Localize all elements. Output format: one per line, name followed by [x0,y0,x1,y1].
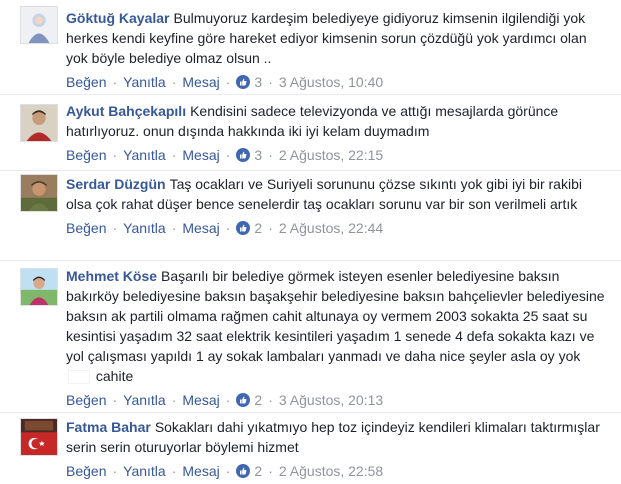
comment-message-tail: cahite [95,368,134,384]
comment-text: Aykut Bahçekapılı Kendisini sadece televi… [66,101,606,141]
separator: · [112,392,118,408]
comment-text: Fatma Bahar Sokakları dahi yıkatmıyo hep … [66,417,606,457]
separator: · [171,392,177,408]
separator: · [225,392,231,408]
comment-author[interactable]: Göktuğ Kayalar [66,10,169,26]
comment-author[interactable]: Mehmet Köse [66,268,157,284]
like-count[interactable]: 2 [254,219,262,237]
redacted-word [68,370,90,385]
avatar[interactable] [20,268,58,306]
like-count[interactable]: 3 [254,73,262,91]
avatar[interactable] [20,418,58,456]
separator: · [112,220,118,236]
divider [0,170,621,171]
avatar-image [21,105,57,141]
timestamp[interactable]: 2 Ağustos, 22:58 [279,462,383,480]
message-button[interactable]: Mesaj [182,73,219,91]
comment-text: Serdar Düzgün Taş ocakları ve Suriyeli so… [66,174,606,214]
like-button[interactable]: Beğen [66,146,106,164]
avatar[interactable] [20,104,58,142]
avatar-image [21,175,57,211]
comment-author[interactable]: Serdar Düzgün [66,176,166,192]
comment-actions: Beğen · Yanıtla · Mesaj · 3 · 3 Ağustos,… [66,73,606,91]
message-button[interactable]: Mesaj [182,146,219,164]
like-button[interactable]: Beğen [66,73,106,91]
comment-text: Mehmet Köse Başarılı bir belediye görmek … [66,266,606,386]
like-button[interactable]: Beğen [66,219,106,237]
thumbs-up-icon[interactable] [236,75,251,89]
separator: · [225,463,231,479]
separator: · [268,463,273,479]
separator: · [171,220,177,236]
avatar-image [21,419,57,455]
comment-actions: Beğen · Yanıtla · Mesaj · 3 · 2 Ağustos,… [66,146,606,164]
message-button[interactable]: Mesaj [182,219,219,237]
message-button[interactable]: Mesaj [182,462,219,480]
separator: · [112,463,118,479]
divider [0,94,621,95]
separator: · [268,74,273,90]
reply-button[interactable]: Yanıtla [123,219,166,237]
separator: · [171,74,177,90]
comment-author[interactable]: Fatma Bahar [66,419,151,435]
message-button[interactable]: Mesaj [182,391,219,409]
comment-text: Göktuğ Kayalar Bulmuyoruz kardeşim beledi… [66,8,606,68]
separator: · [171,147,177,163]
reply-button[interactable]: Yanıtla [123,391,166,409]
comment-actions: Beğen · Yanıtla · Mesaj · 2 · 2 Ağustos,… [66,462,606,480]
separator: · [225,74,231,90]
avatar-image [21,7,57,43]
divider [0,260,621,261]
timestamp[interactable]: 3 Ağustos, 20:13 [279,391,383,409]
thumbs-up-icon[interactable] [236,464,251,478]
divider [0,412,621,413]
comment-author[interactable]: Aykut Bahçekapılı [66,103,186,119]
avatar[interactable] [20,6,58,44]
like-count[interactable]: 3 [254,146,262,164]
separator: · [225,147,231,163]
reply-button[interactable]: Yanıtla [123,462,166,480]
avatar[interactable] [20,174,58,212]
avatar-image [21,269,57,305]
separator: · [268,392,273,408]
like-button[interactable]: Beğen [66,462,106,480]
separator: · [268,220,273,236]
timestamp[interactable]: 3 Ağustos, 10:40 [279,73,383,91]
like-button[interactable]: Beğen [66,391,106,409]
thumbs-up-icon[interactable] [236,221,251,235]
comment-actions: Beğen · Yanıtla · Mesaj · 2 · 3 Ağustos,… [66,391,606,409]
separator: · [112,74,118,90]
separator: · [225,220,231,236]
reply-button[interactable]: Yanıtla [123,146,166,164]
separator: · [171,463,177,479]
like-count[interactable]: 2 [254,462,262,480]
thumbs-up-icon[interactable] [236,393,251,407]
separator: · [268,147,273,163]
timestamp[interactable]: 2 Ağustos, 22:15 [279,146,383,164]
comment-actions: Beğen · Yanıtla · Mesaj · 2 · 2 Ağustos,… [66,219,606,237]
comment-list: Göktuğ Kayalar Bulmuyoruz kardeşim beledi… [0,0,621,484]
reply-button[interactable]: Yanıtla [123,73,166,91]
separator: · [112,147,118,163]
thumbs-up-icon[interactable] [236,148,251,162]
like-count[interactable]: 2 [254,391,262,409]
timestamp[interactable]: 2 Ağustos, 22:44 [279,219,383,237]
